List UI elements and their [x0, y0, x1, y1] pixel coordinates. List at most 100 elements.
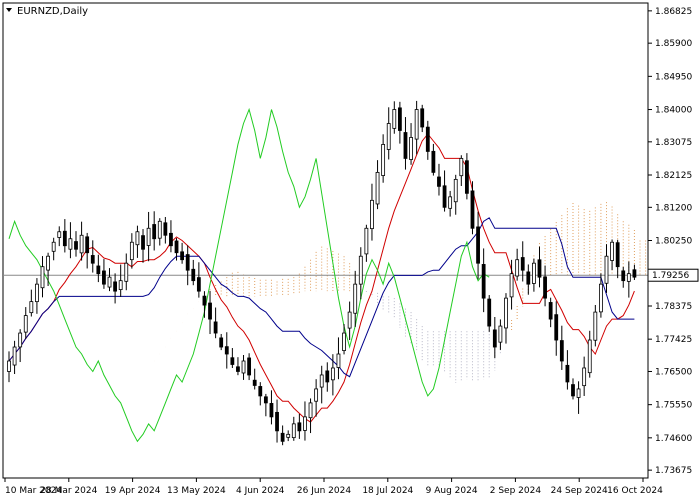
candle-body	[353, 283, 358, 314]
candle-body	[85, 236, 90, 254]
candle-body	[40, 266, 45, 289]
candle-body	[593, 311, 598, 341]
y-tick-label: 1.76500	[655, 367, 692, 377]
candle-body	[124, 262, 129, 282]
candle-body	[157, 220, 162, 239]
candle-body	[548, 302, 553, 320]
candle-body	[576, 388, 581, 398]
candle-body	[319, 374, 324, 388]
candle-body	[520, 257, 525, 271]
candle-body	[599, 283, 603, 313]
candle-body	[35, 283, 39, 303]
symbol-header: EURNZD,Daily	[6, 6, 88, 17]
candle-body	[442, 185, 447, 208]
chart-root: 1.86825 1.85900 1.84950 1.84000 1.83075 1.821…	[0, 0, 700, 500]
y-tick-label: 1.82125	[655, 171, 692, 181]
candle-body	[314, 388, 319, 402]
candle-body	[258, 386, 263, 397]
candle-body	[286, 433, 291, 438]
ichimoku-chart: 1.86825 1.85900 1.84950 1.84000 1.83075 1.821…	[0, 0, 700, 500]
candle-body	[414, 109, 419, 140]
candle-body	[470, 190, 475, 229]
y-tick-label: 1.85900	[655, 39, 692, 49]
x-tick-label: 4 Jun 2024	[236, 486, 285, 496]
candle-body	[476, 226, 480, 264]
candle-body	[487, 298, 492, 327]
candle-body	[23, 315, 28, 333]
candle-body	[437, 176, 441, 187]
candle-body	[364, 227, 369, 255]
candle-body	[587, 339, 592, 374]
candle-body	[196, 277, 201, 292]
candle-body	[459, 158, 464, 177]
candle-body	[498, 325, 503, 343]
candle-body	[141, 235, 145, 250]
candle-body	[129, 241, 134, 261]
candle-body	[180, 251, 185, 261]
candle-body	[481, 264, 486, 299]
candle-body	[571, 384, 575, 397]
candle-body	[431, 150, 436, 173]
candle-body	[291, 423, 296, 439]
candle-body	[79, 234, 84, 254]
current-price-tag: 1.79256	[647, 268, 699, 282]
candle-body	[185, 254, 190, 271]
x-tick-label: 18 Jul 2024	[362, 486, 413, 496]
candle-body	[146, 227, 151, 246]
candle-body	[96, 265, 101, 275]
candle-body	[191, 268, 196, 282]
x-tick-label: 2 Sep 2024	[490, 486, 542, 496]
candle-body	[358, 255, 363, 285]
candle-body	[308, 402, 313, 419]
candle-body	[532, 262, 536, 284]
x-tick-label: 28 Mar 2024	[40, 486, 97, 496]
x-tick-label: 16 Oct 2024	[607, 486, 663, 496]
price-tag-value: 1.79256	[652, 271, 689, 281]
x-tick-label: 26 Jun 2024	[297, 486, 351, 496]
candle-body	[543, 276, 547, 299]
candle-body	[397, 107, 402, 131]
candle-body	[102, 270, 106, 285]
candle-body	[559, 340, 564, 362]
candle-body	[370, 199, 374, 230]
candle-body	[219, 337, 224, 348]
candle-body	[409, 137, 413, 160]
y-tick-label: 1.81200	[655, 203, 692, 213]
candle-body	[74, 241, 78, 250]
candle-body	[515, 259, 520, 277]
candle-body	[425, 126, 430, 152]
candle-body	[224, 346, 229, 355]
candle-body	[163, 222, 168, 236]
candle-body	[51, 241, 56, 252]
y-tick-label: 1.73675	[655, 466, 692, 476]
candle-body	[615, 242, 620, 268]
candle-body	[7, 360, 11, 372]
candle-body	[375, 171, 380, 205]
candle-body	[57, 231, 62, 238]
y-tick-label: 1.84000	[655, 106, 692, 116]
candle-body	[174, 240, 179, 254]
candle-body	[247, 357, 252, 376]
candle-body	[492, 329, 497, 348]
candle-body	[152, 224, 157, 240]
symbol-label: EURNZD,Daily	[17, 6, 88, 17]
candle-body	[392, 109, 397, 129]
y-tick-label: 1.74600	[655, 434, 692, 444]
x-tick-label: 13 May 2024	[167, 486, 226, 496]
candle-body	[621, 270, 626, 282]
candle-body	[448, 196, 453, 209]
y-axis: 1.86825 1.85900 1.84950 1.84000 1.83075 1.821…	[648, 7, 692, 476]
candle-body	[46, 255, 50, 271]
y-tick-label: 1.75550	[655, 401, 692, 411]
x-tick-label: 24 Sep 2024	[551, 486, 608, 496]
candle-body	[504, 297, 508, 329]
candle-body	[403, 132, 408, 159]
y-tick-label: 1.83075	[655, 138, 692, 148]
candle-body	[263, 396, 268, 404]
candle-body	[280, 432, 285, 442]
candle-body	[347, 311, 352, 329]
candle-body	[230, 357, 235, 365]
candle-body	[342, 332, 346, 351]
candle-body	[386, 123, 391, 150]
candle-body	[90, 255, 95, 264]
